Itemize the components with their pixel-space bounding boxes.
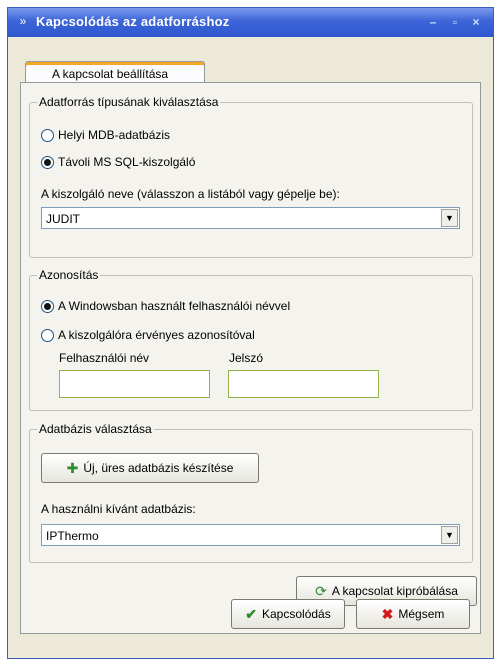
tab-connection-settings[interactable]: A kapcsolat beállítása: [25, 61, 205, 84]
radio-remote-sql-circle[interactable]: [41, 155, 54, 169]
new-database-label: Új, üres adatbázis készítése: [83, 461, 234, 475]
radio-server-auth-circle[interactable]: [41, 328, 54, 342]
radio-windows-auth[interactable]: A Windowsban használt felhasználói névve…: [41, 299, 290, 313]
connect-button[interactable]: ✔ Kapcsolódás: [231, 599, 345, 629]
window-title: Kapcsolódás az adatforráshoz: [36, 14, 230, 29]
radio-local-mdb[interactable]: Helyi MDB-adatbázis: [41, 128, 170, 142]
radio-remote-sql-label: Távoli MS SQL-kiszolgáló: [58, 155, 196, 169]
cancel-button[interactable]: ✖ Mégsem: [356, 599, 470, 629]
server-name-combobox[interactable]: JUDIT ▼: [41, 207, 460, 229]
radio-local-mdb-label: Helyi MDB-adatbázis: [58, 128, 171, 142]
chevron-down-icon[interactable]: ▼: [441, 209, 458, 227]
dialog-window: » Kapcsolódás az adatforráshoz – ▫ × A k…: [7, 7, 494, 659]
chevron-down-icon[interactable]: ▼: [441, 526, 458, 544]
radio-server-auth-label: A kiszolgálóra érvényes azonosítóval: [58, 328, 255, 342]
new-database-icon: ✚: [66, 460, 79, 476]
password-label: Jelszó: [229, 351, 264, 365]
tab-panel: Adatforrás típusának kiválasztása Helyi …: [20, 82, 481, 634]
radio-windows-auth-label: A Windowsban használt felhasználói névve…: [58, 299, 291, 313]
database-combobox[interactable]: IPThermo ▼: [41, 524, 460, 546]
minimize-icon[interactable]: –: [426, 15, 440, 29]
radio-windows-auth-circle[interactable]: [41, 299, 54, 313]
check-icon: ✔: [245, 606, 257, 622]
test-connection-label: A kapcsolat kipróbálása: [331, 584, 458, 598]
cancel-label: Mégsem: [398, 607, 445, 621]
database-value: IPThermo: [46, 529, 99, 543]
radio-remote-sql[interactable]: Távoli MS SQL-kiszolgáló: [41, 155, 195, 169]
close-icon[interactable]: ×: [469, 15, 483, 29]
datasource-legend: Adatforrás típusának kiválasztása: [37, 95, 221, 109]
datasource-group: Adatforrás típusának kiválasztása Helyi …: [29, 95, 473, 258]
radio-server-auth[interactable]: A kiszolgálóra érvényes azonosítóval: [41, 328, 255, 342]
title-bar[interactable]: » Kapcsolódás az adatforráshoz – ▫ ×: [8, 8, 493, 37]
server-name-value: JUDIT: [46, 212, 80, 226]
radio-local-mdb-circle[interactable]: [41, 128, 54, 142]
tab-label: A kapcsolat beállítása: [52, 67, 169, 81]
server-name-label: A kiszolgáló neve (válasszon a listából …: [41, 187, 340, 201]
refresh-icon: ⟳: [315, 583, 327, 599]
database-legend: Adatbázis választása: [37, 422, 154, 436]
username-field[interactable]: [59, 370, 210, 398]
database-label: A használni kívánt adatbázis:: [41, 502, 196, 516]
username-label: Felhasználói név: [59, 351, 150, 365]
maximize-icon[interactable]: ▫: [448, 15, 462, 29]
password-field[interactable]: [228, 370, 379, 398]
auth-legend: Azonosítás: [37, 268, 101, 282]
database-group: Adatbázis választása ✚ Új, üres adatbázi…: [29, 422, 473, 563]
app-icon: »: [19, 14, 27, 28]
connect-label: Kapcsolódás: [262, 607, 331, 621]
new-database-button[interactable]: ✚ Új, üres adatbázis készítése: [41, 453, 259, 483]
auth-group: Azonosítás A Windowsban használt felhasz…: [29, 268, 473, 411]
x-icon: ✖: [381, 606, 394, 622]
